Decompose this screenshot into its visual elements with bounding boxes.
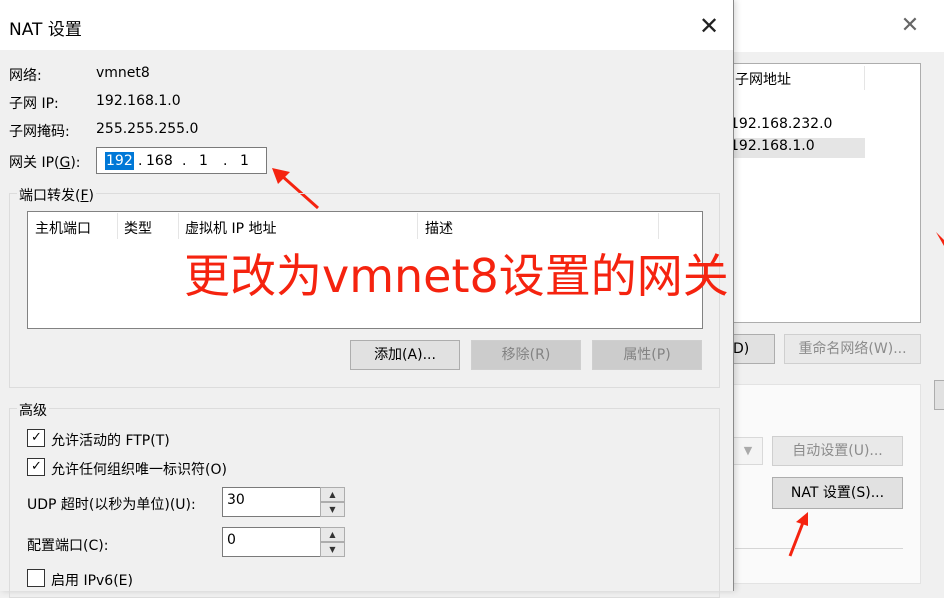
advanced-legend: 高级 xyxy=(17,400,49,420)
pf-legend-key: F xyxy=(80,188,89,204)
checkmark-icon: ✓ xyxy=(31,430,42,445)
gateway-ip-field[interactable]: 192 . 168 . 1 . 1 xyxy=(96,147,267,174)
subnet-mask-label: 子网掩码: xyxy=(9,124,70,140)
ip-dot: . xyxy=(138,153,143,169)
column-vm-ip-address[interactable]: 虚拟机 IP 地址 xyxy=(185,218,276,238)
network-value: vmnet8 xyxy=(96,65,150,81)
background-list-row[interactable]: 192.168.232.0 xyxy=(730,116,864,136)
column-separator xyxy=(658,213,659,239)
pf-legend-suffix: ) xyxy=(88,188,94,204)
close-icon[interactable]: ✕ xyxy=(693,11,725,41)
background-network-list[interactable] xyxy=(720,63,921,323)
add-button[interactable]: 添加(A)... xyxy=(350,340,460,370)
column-host-port[interactable]: 主机端口 xyxy=(35,218,91,238)
properties-button[interactable]: 属性(P) xyxy=(592,340,702,370)
background-close-icon[interactable]: ✕ xyxy=(896,12,924,40)
subnet-mask-value: 255.255.255.0 xyxy=(96,121,199,137)
chevron-up-icon[interactable]: ▲ xyxy=(320,527,345,542)
chevron-up-icon[interactable]: ▲ xyxy=(320,487,345,502)
enable-ipv6-checkbox[interactable] xyxy=(27,569,45,587)
background-list-row-selected[interactable]: 192.168.1.0 xyxy=(722,138,865,158)
subnet-ip-value: 192.168.1.0 xyxy=(96,93,181,109)
column-type[interactable]: 类型 xyxy=(124,218,152,238)
gateway-label-suffix: ): xyxy=(70,155,81,171)
chevron-down-icon[interactable]: ▼ xyxy=(320,542,345,557)
subnet-ip-label: 子网 IP: xyxy=(9,96,59,112)
gateway-label-key: G xyxy=(59,155,71,171)
rename-network-button[interactable]: 重命名网络(W)... xyxy=(784,334,921,364)
checkmark-icon: ✓ xyxy=(31,459,42,474)
allow-active-ftp-checkbox[interactable]: ✓ xyxy=(27,429,45,447)
column-description[interactable]: 描述 xyxy=(425,218,453,238)
background-column-separator xyxy=(864,66,865,90)
chevron-down-icon[interactable]: ▼ xyxy=(320,502,345,517)
gateway-ip-label: 网关 IP(G): xyxy=(9,152,81,172)
udp-timeout-label: UDP 超时(以秒为单位)(U): xyxy=(27,497,196,513)
red-arrow-to-nat-button-icon xyxy=(788,512,808,557)
column-separator xyxy=(178,213,179,239)
nat-settings-button[interactable]: NAT 设置(S)... xyxy=(772,477,903,509)
gateway-label-prefix: 网关 IP( xyxy=(9,155,60,171)
gateway-ip-octet-2[interactable]: 168 xyxy=(146,152,173,170)
column-separator xyxy=(417,213,418,239)
enable-ipv6-label[interactable]: 启用 IPv6(E) xyxy=(51,570,133,590)
udp-timeout-stepper[interactable]: ▲ ▼ xyxy=(320,487,345,517)
column-separator xyxy=(117,213,118,239)
gateway-ip-octet-4[interactable]: 1 xyxy=(240,152,249,170)
dialog-titlebar xyxy=(0,0,733,50)
allow-any-oui-label[interactable]: 允许任何组织唯一标识符(O) xyxy=(51,459,227,479)
auto-settings-button[interactable]: 自动设置(U)... xyxy=(772,436,903,466)
udp-timeout-input[interactable]: 30 xyxy=(222,487,322,517)
network-label: 网络: xyxy=(9,68,42,84)
config-port-stepper[interactable]: ▲ ▼ xyxy=(320,527,345,557)
ip-dot: . xyxy=(182,153,187,169)
remove-button[interactable]: 移除(R) xyxy=(471,340,581,370)
config-port-input[interactable]: 0 xyxy=(222,527,322,557)
background-column-subnet-address[interactable]: 子网地址 xyxy=(735,69,865,91)
red-arrow-edge-icon xyxy=(936,232,944,246)
background-edge-button[interactable] xyxy=(934,380,944,410)
background-combo-chevron-down-icon[interactable]: ▼ xyxy=(733,437,763,465)
background-divider xyxy=(735,548,903,549)
allow-any-oui-checkbox[interactable]: ✓ xyxy=(27,458,45,476)
port-forwarding-legend: 端口转发(F) xyxy=(17,185,96,205)
pf-legend-prefix: 端口转发( xyxy=(19,188,81,204)
ip-dot: . xyxy=(223,153,228,169)
annotation-text: 更改为vmnet8设置的网关 xyxy=(184,249,729,303)
allow-active-ftp-label[interactable]: 允许活动的 FTP(T) xyxy=(51,430,170,450)
dialog-title: NAT 设置 xyxy=(9,20,82,40)
gateway-ip-octet-1[interactable]: 192 xyxy=(105,152,134,170)
gateway-ip-octet-3[interactable]: 1 xyxy=(199,152,208,170)
config-port-label: 配置端口(C): xyxy=(27,538,109,554)
